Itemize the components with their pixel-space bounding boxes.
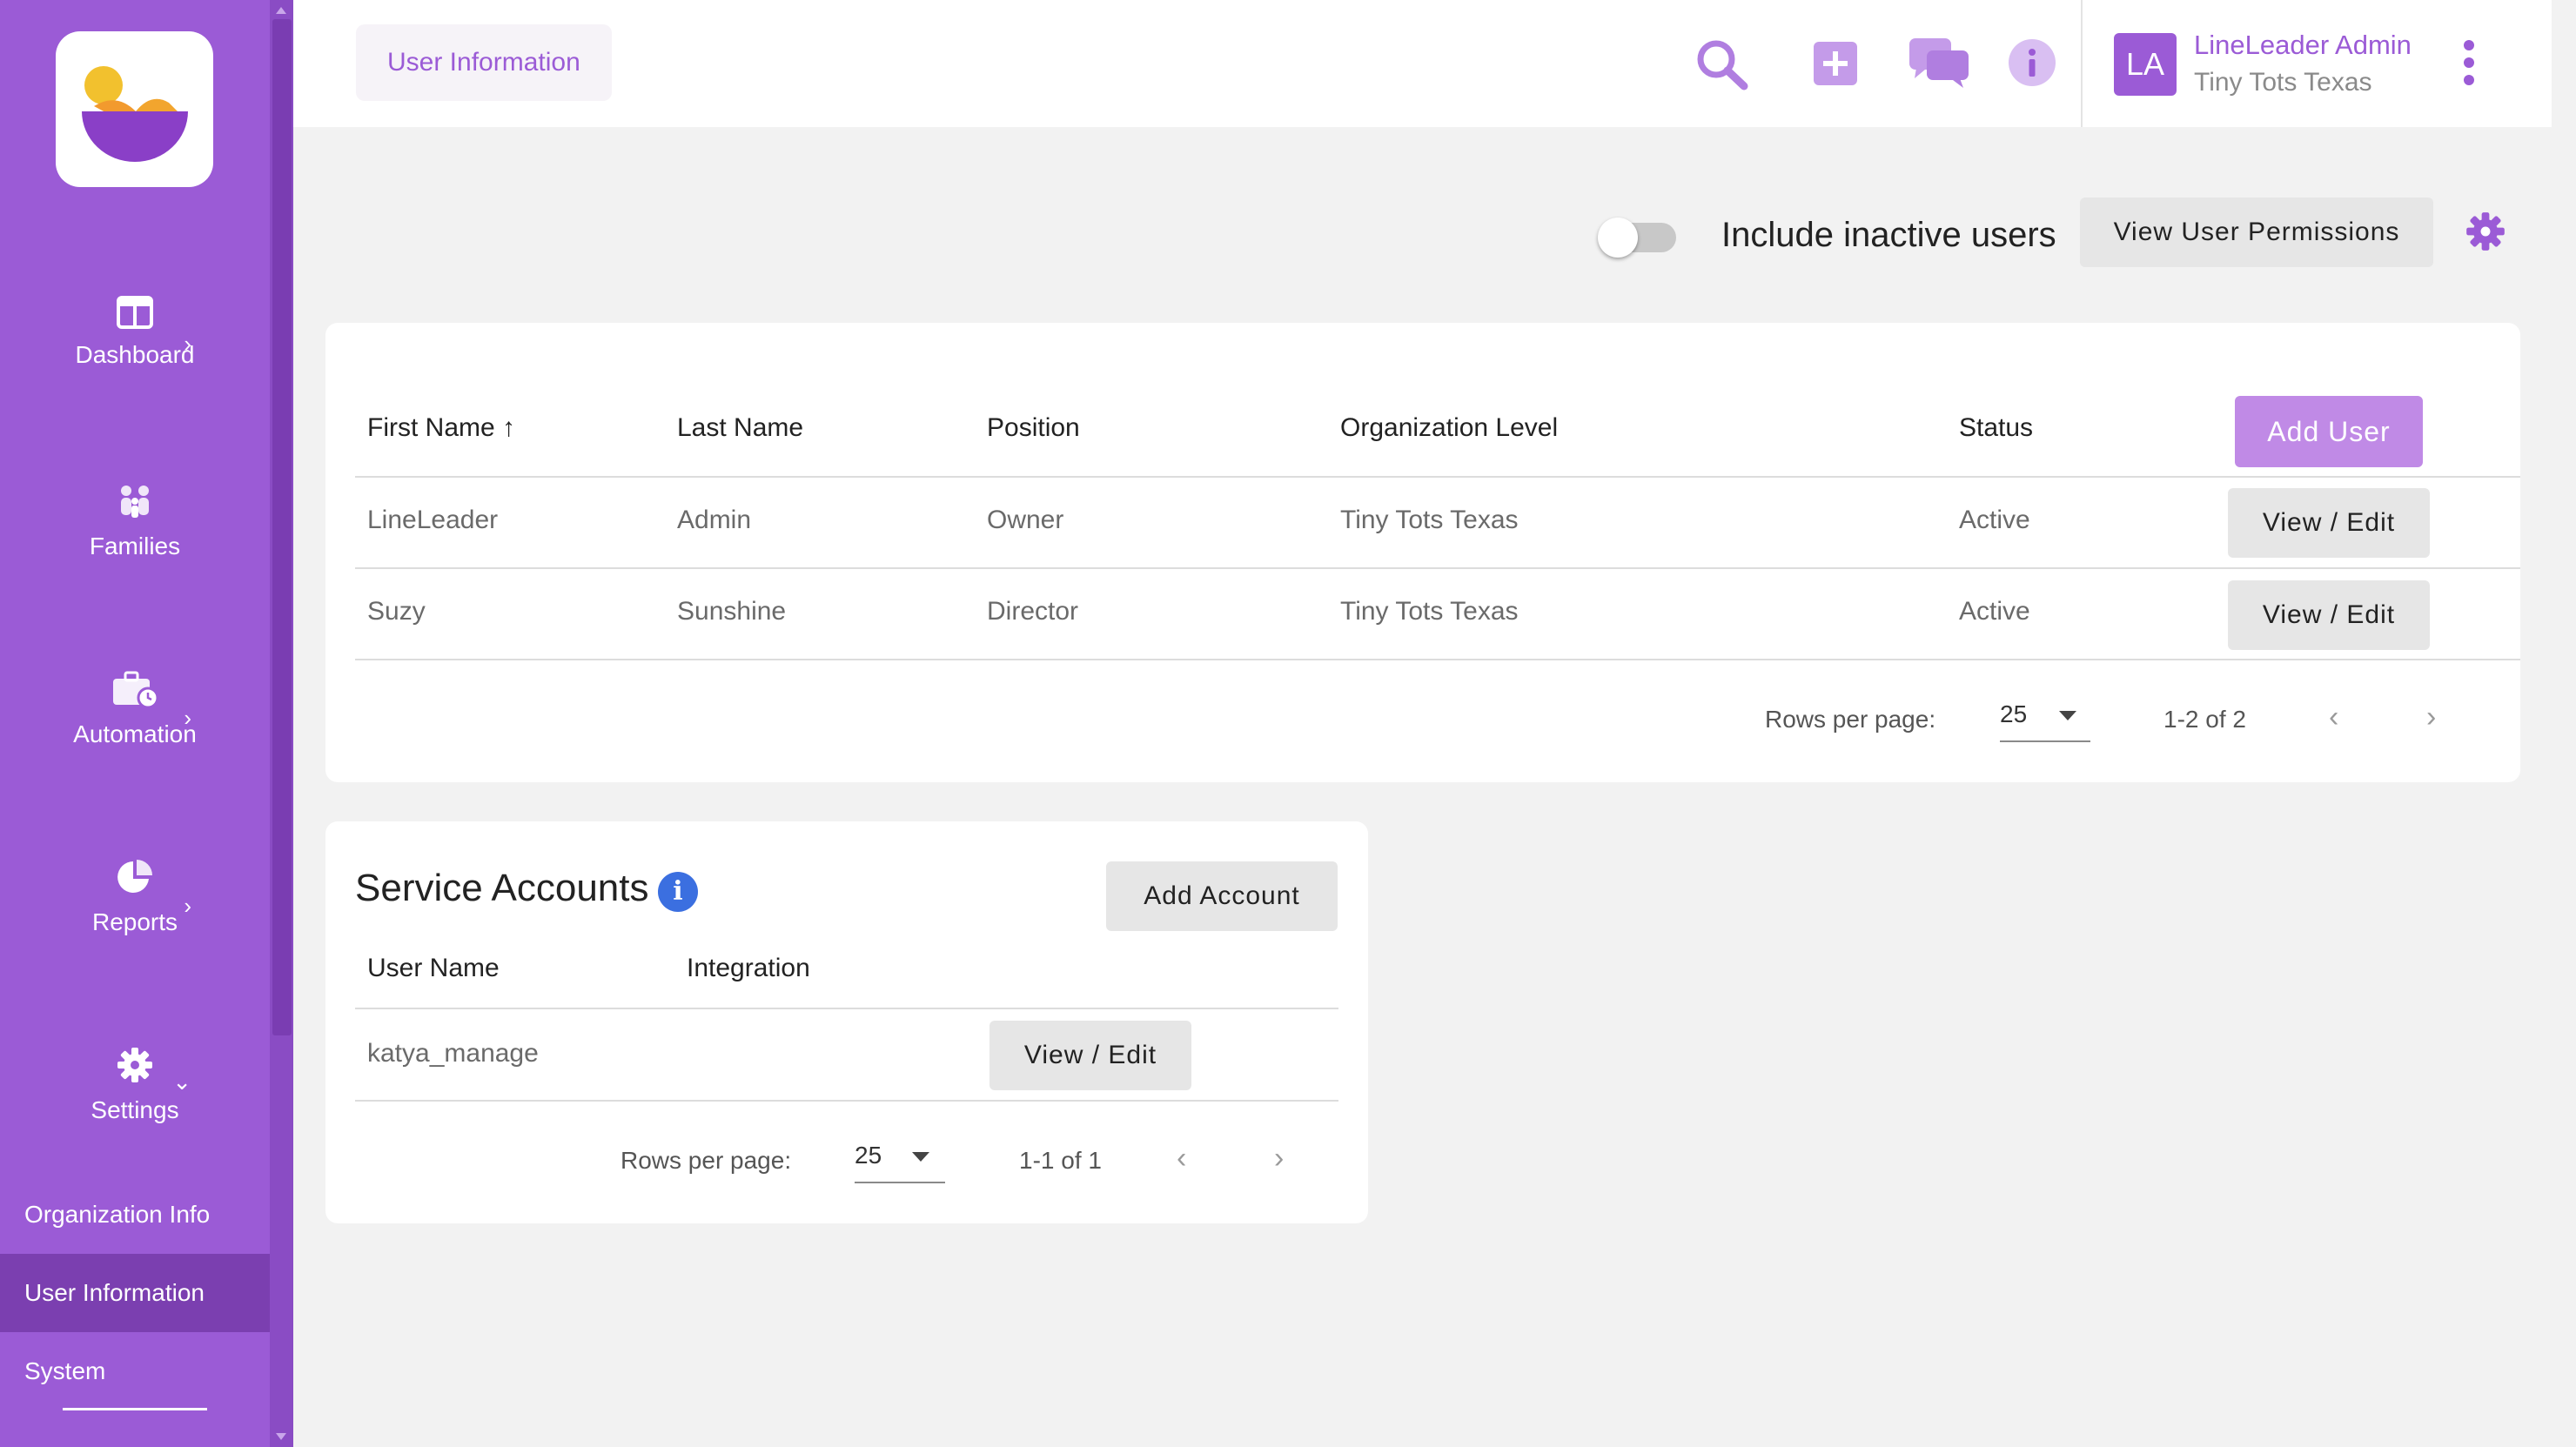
toggle-knob: [1598, 218, 1638, 258]
search-icon[interactable]: [1695, 38, 1749, 90]
sidebar-divider: [63, 1408, 207, 1410]
sidebar-item-system[interactable]: System: [0, 1332, 270, 1410]
sidebar: Dashboard › Families Automation › Report…: [0, 0, 293, 1447]
rows-per-page-value: 25: [855, 1142, 882, 1169]
sidebar-scrollbar[interactable]: [270, 0, 293, 1447]
view-edit-button[interactable]: View / Edit: [989, 1021, 1191, 1090]
next-page-icon[interactable]: ›: [1274, 1142, 1284, 1176]
avatar[interactable]: LA: [2114, 33, 2177, 96]
nav-families[interactable]: Families: [0, 484, 270, 560]
service-accounts-card: Service Accounts i Add Account User Name…: [325, 821, 1368, 1223]
cell-last-name: Sunshine: [677, 597, 787, 626]
rows-per-page-select[interactable]: 25: [855, 1142, 945, 1183]
header-divider: [355, 1008, 1338, 1009]
chat-icon[interactable]: [1909, 38, 1970, 89]
chevron-down-icon: ⌄: [172, 1069, 191, 1095]
next-page-icon[interactable]: ›: [2426, 700, 2436, 734]
column-header-status[interactable]: Status: [1959, 413, 2033, 443]
scroll-down-icon[interactable]: [276, 1433, 286, 1440]
include-inactive-toggle[interactable]: [1598, 218, 1676, 258]
view-edit-button[interactable]: View / Edit: [2228, 488, 2430, 558]
cell-last-name: Admin: [677, 506, 752, 534]
add-icon[interactable]: [1814, 42, 1857, 85]
sort-ascending-icon[interactable]: ↑: [502, 413, 515, 442]
reports-icon: [117, 860, 152, 893]
rows-per-page-label: Rows per page:: [1765, 706, 1936, 733]
view-user-permissions-button[interactable]: View User Permissions: [2080, 198, 2433, 267]
add-user-button[interactable]: Add User: [2235, 396, 2423, 467]
user-name: LineLeader Admin: [2194, 30, 2412, 60]
column-header-last-name[interactable]: Last Name: [677, 413, 803, 443]
column-header-user-name[interactable]: User Name: [367, 954, 500, 983]
nav-reports[interactable]: Reports ›: [0, 858, 270, 936]
row-divider: [355, 567, 2520, 569]
dropdown-caret-icon: [912, 1152, 929, 1162]
nav-label: Reports: [91, 908, 178, 935]
dashboard-icon: [117, 296, 153, 329]
cell-first-name: Suzy: [367, 597, 426, 626]
nav-label: Automation: [73, 720, 197, 747]
app-logo[interactable]: [56, 31, 213, 187]
cell-user-name: katya_manage: [367, 1039, 539, 1068]
nav-label: Dashboard: [75, 341, 195, 368]
column-label: First Name: [367, 413, 495, 442]
users-table-card: First Name ↑ Last Name Position Organiza…: [325, 323, 2520, 782]
pagination-range: 1-1 of 1: [1019, 1147, 1102, 1174]
dropdown-caret-icon: [2059, 711, 2076, 720]
view-edit-button[interactable]: View / Edit: [2228, 580, 2430, 650]
chevron-right-icon: ›: [184, 893, 191, 919]
rows-per-page-label: Rows per page:: [621, 1147, 792, 1174]
column-header-integration[interactable]: Integration: [687, 954, 810, 983]
column-header-position[interactable]: Position: [987, 413, 1080, 443]
more-options-icon[interactable]: [2464, 40, 2476, 92]
row-divider: [355, 1100, 1338, 1102]
rows-per-page-value: 25: [2000, 700, 2028, 727]
top-bar: User Information LA LineLeader Admin Tin…: [293, 0, 2552, 127]
cell-first-name: LineLeader: [367, 506, 499, 534]
pagination-range: 1-2 of 2: [2163, 706, 2246, 733]
header-divider: [355, 476, 2520, 478]
nav-settings[interactable]: Settings ⌄: [0, 1046, 270, 1124]
cell-status: Active: [1959, 506, 2030, 534]
scroll-up-icon[interactable]: [276, 7, 286, 14]
header-divider: [2081, 0, 2083, 127]
sidebar-item-user-information[interactable]: User Information: [0, 1254, 270, 1332]
user-organization: Tiny Tots Texas: [2194, 68, 2372, 97]
sidebar-item-organization-info[interactable]: Organization Info: [0, 1176, 270, 1254]
column-header-first-name[interactable]: First Name ↑: [367, 413, 515, 443]
previous-page-icon[interactable]: ‹: [2329, 700, 2338, 734]
cell-position: Director: [987, 597, 1079, 626]
cell-organization-level: Tiny Tots Texas: [1340, 597, 1519, 626]
sidebar-scroll-thumb[interactable]: [272, 19, 292, 1035]
service-accounts-title: Service Accounts: [355, 867, 649, 909]
settings-gear-icon[interactable]: [2465, 211, 2506, 252]
nav-automation[interactable]: Automation ›: [0, 670, 270, 748]
info-icon[interactable]: [2008, 38, 2056, 87]
info-icon[interactable]: i: [658, 872, 698, 912]
nav-dashboard[interactable]: Dashboard ›: [0, 296, 270, 369]
cell-status: Active: [1959, 597, 2030, 626]
families-icon: [121, 486, 149, 518]
include-inactive-label: Include inactive users: [1721, 216, 2056, 254]
previous-page-icon[interactable]: ‹: [1177, 1142, 1186, 1176]
gear-icon: [117, 1048, 152, 1082]
add-account-button[interactable]: Add Account: [1106, 861, 1338, 931]
nav-label: Families: [89, 533, 181, 559]
cell-organization-level: Tiny Tots Texas: [1340, 506, 1519, 534]
column-header-organization-level[interactable]: Organization Level: [1340, 413, 1558, 443]
chevron-right-icon: ›: [184, 705, 191, 731]
automation-icon: [113, 671, 158, 708]
nav-label: Settings: [91, 1096, 179, 1123]
chevron-right-icon: ›: [184, 331, 191, 357]
page-title: User Information: [356, 24, 612, 101]
row-divider: [355, 659, 2520, 660]
rows-per-page-select[interactable]: 25: [2000, 700, 2090, 742]
cell-position: Owner: [987, 506, 1064, 534]
